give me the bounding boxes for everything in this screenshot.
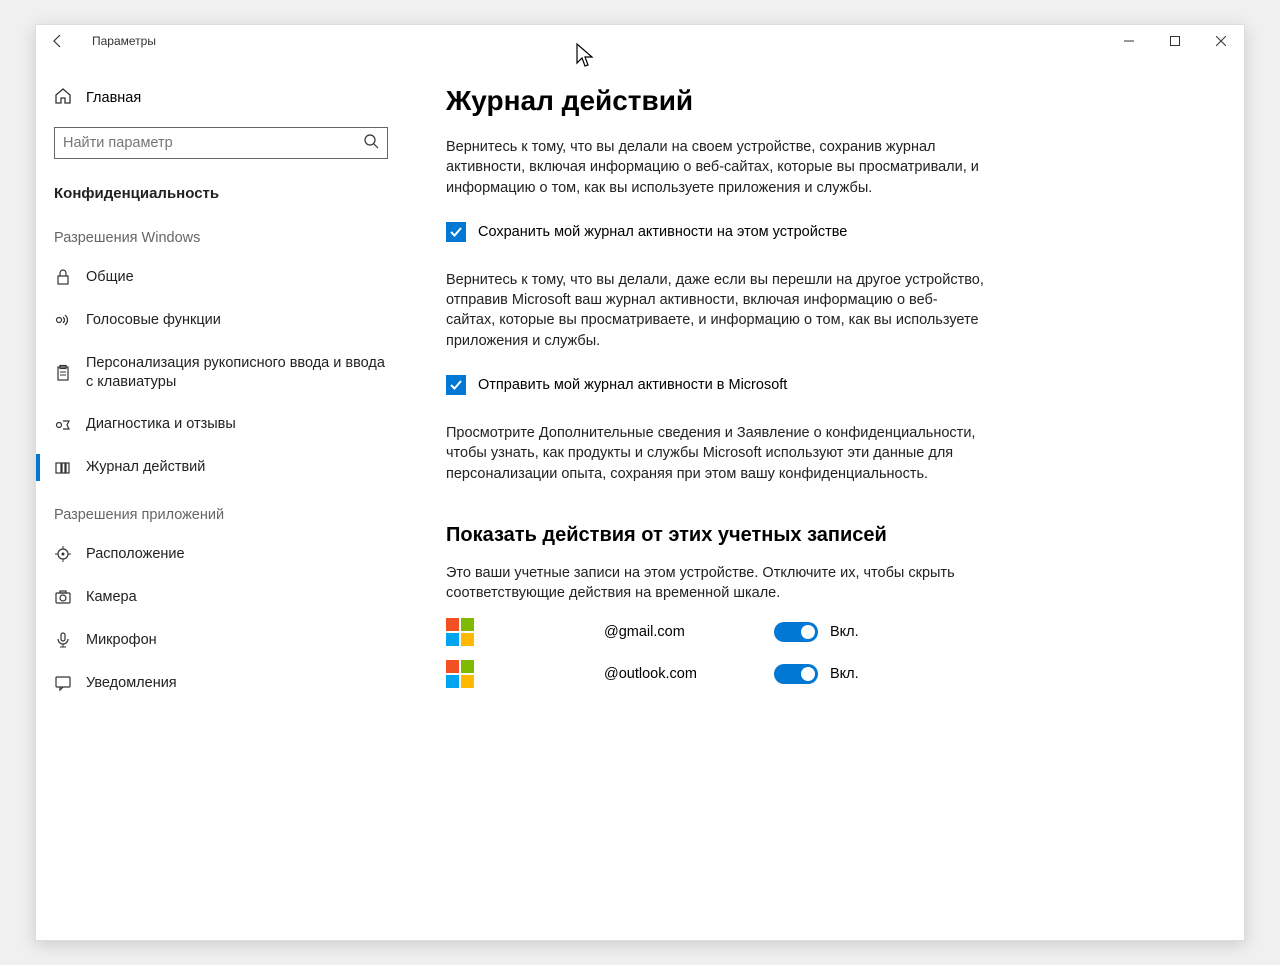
checkbox-label: Отправить мой журнал активности в Micros… (478, 377, 787, 393)
accounts-intro: Это ваши учетные записи на этом устройст… (446, 563, 986, 604)
intro-paragraph-2: Вернитесь к тому, что вы делали, даже ес… (446, 270, 986, 351)
window-title: Параметры (92, 34, 156, 48)
nav-general[interactable]: Общие (36, 256, 406, 299)
nav-notifications[interactable]: Уведомления (36, 662, 406, 705)
home-nav[interactable]: Главная (36, 77, 406, 119)
main-content: Журнал действий Вернитесь к тому, что вы… (406, 57, 1244, 940)
page-heading: Журнал действий (446, 85, 1188, 117)
notification-icon (54, 674, 72, 692)
checkbox-store-local[interactable]: Сохранить мой журнал активности на этом … (446, 222, 1188, 242)
search-icon (363, 133, 379, 154)
nav-item-label: Диагностика и отзывы (86, 415, 388, 434)
nav-speech[interactable]: Голосовые функции (36, 299, 406, 342)
nav-location[interactable]: Расположение (36, 533, 406, 576)
search-box[interactable] (54, 127, 388, 159)
account-email: @outlook.com (604, 666, 774, 682)
nav-item-label: Камера (86, 588, 388, 607)
camera-icon (54, 588, 72, 606)
nav-item-label: Голосовые функции (86, 311, 388, 330)
microphone-icon (54, 631, 72, 649)
back-button[interactable] (48, 31, 68, 51)
toggle-state-label: Вкл. (830, 624, 859, 640)
sidebar: Главная Конфиденциальность Разрешения Wi… (36, 57, 406, 940)
nav-item-label: Общие (86, 268, 388, 287)
titlebar: Параметры (36, 25, 1244, 57)
microsoft-logo-icon (446, 618, 474, 646)
search-input[interactable] (63, 135, 363, 151)
nav-activity-history[interactable]: Журнал действий (36, 446, 406, 489)
nav-microphone[interactable]: Микрофон (36, 619, 406, 662)
checkbox-icon (446, 222, 466, 242)
nav-diagnostics[interactable]: Диагностика и отзывы (36, 403, 406, 446)
nav-item-label: Микрофон (86, 631, 388, 650)
checkbox-icon (446, 375, 466, 395)
location-icon (54, 545, 72, 563)
timeline-icon (54, 459, 72, 477)
close-button[interactable] (1198, 25, 1244, 57)
lock-icon (54, 268, 72, 286)
minimize-button[interactable] (1106, 25, 1152, 57)
group-apps-label: Разрешения приложений (36, 489, 406, 533)
settings-window: Параметры Главная (35, 24, 1245, 941)
nav-item-label: Уведомления (86, 674, 388, 693)
home-icon (54, 87, 72, 109)
privacy-note: Просмотрите Дополнительные сведения и За… (446, 423, 986, 484)
nav-camera[interactable]: Камера (36, 576, 406, 619)
account-toggle[interactable] (774, 664, 818, 684)
checkbox-send-microsoft[interactable]: Отправить мой журнал активности в Micros… (446, 375, 1188, 395)
group-windows-label: Разрешения Windows (36, 212, 406, 256)
account-email: @gmail.com (604, 624, 774, 640)
speech-icon (54, 311, 72, 329)
nav-inking[interactable]: Персонализация рукописного ввода и ввода… (36, 342, 406, 404)
accounts-subheading: Показать действия от этих учетных записе… (446, 524, 1188, 547)
feedback-icon (54, 416, 72, 434)
clipboard-icon (54, 364, 72, 382)
checkbox-label: Сохранить мой журнал активности на этом … (478, 224, 847, 240)
section-title: Конфиденциальность (36, 171, 406, 212)
nav-item-label: Журнал действий (86, 458, 388, 477)
home-label: Главная (86, 90, 141, 106)
microsoft-logo-icon (446, 660, 474, 688)
toggle-state-label: Вкл. (830, 666, 859, 682)
maximize-button[interactable] (1152, 25, 1198, 57)
account-row: @gmail.com Вкл. (446, 618, 1188, 646)
intro-paragraph-1: Вернитесь к тому, что вы делали на своем… (446, 137, 986, 198)
nav-item-label: Расположение (86, 545, 388, 564)
account-toggle[interactable] (774, 622, 818, 642)
account-row: @outlook.com Вкл. (446, 660, 1188, 688)
nav-item-label: Персонализация рукописного ввода и ввода… (86, 354, 388, 392)
